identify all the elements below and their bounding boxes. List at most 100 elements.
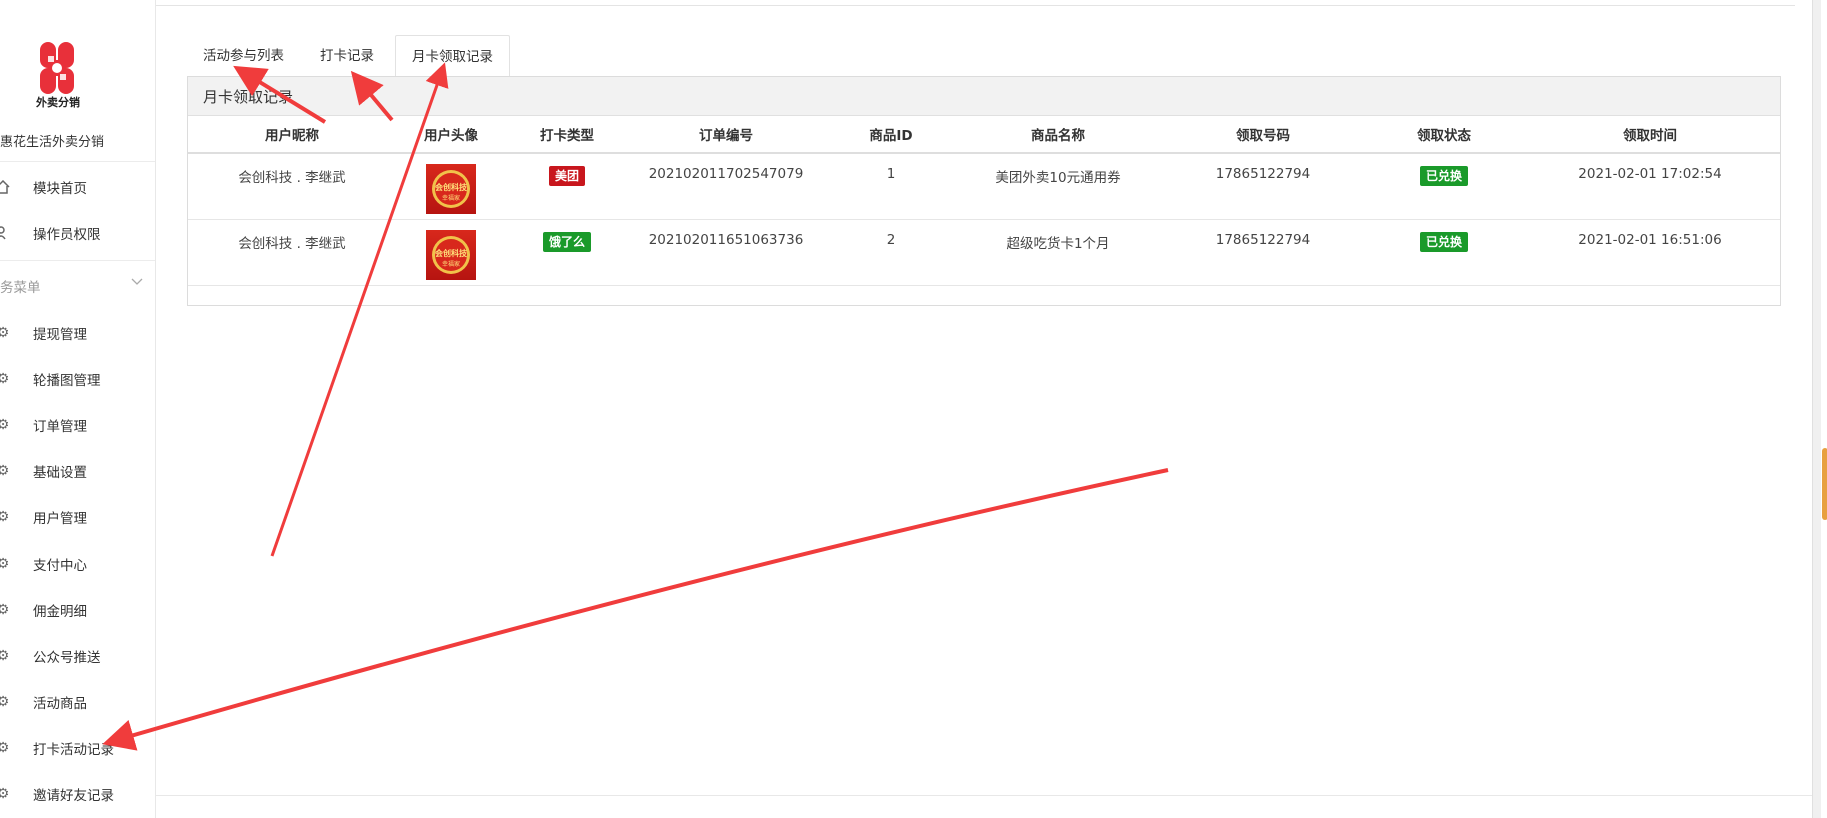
panel-title: 月卡领取记录 [203,88,294,106]
cell-product-id: 2 [824,219,958,286]
gear-icon: ⚙ [0,509,10,525]
column-header: 用户昵称 [188,116,396,154]
type-badge: 饿了么 [542,231,591,252]
table-row: 会创科技 . 李继武 会创科技 幸福家 美团 20210201170254707… [188,153,1780,220]
sidebar-item-label: 邀请好友记录 [33,788,114,804]
gear-icon: ⚙ [0,740,10,756]
avatar-text: 会创科技 [435,248,467,258]
sidebar-item-label: 佣金明细 [33,604,87,620]
user-key-icon [0,226,10,240]
table-header-row: 用户昵称 用户头像 打卡类型 订单编号 商品ID 商品名称 领取号码 领取状态 … [188,116,1780,154]
sidebar-item-label: 提现管理 [33,327,87,343]
sidebar-item-label: 操作员权限 [33,227,101,243]
table-row: 会创科技 . 李继武 会创科技 幸福家 饿了么 2021020116510637… [188,219,1780,286]
sidebar-item-withdrawal[interactable]: ⚙ 提现管理 [0,318,155,348]
sidebar-item-commission[interactable]: ⚙ 佣金明细 [0,595,155,625]
cell-nickname: 会创科技 . 李继武 [188,153,396,220]
side-widget[interactable] [1822,448,1827,520]
gear-icon: ⚙ [0,602,10,618]
cell-phone: 17865122794 [1158,153,1368,220]
type-badge: 美团 [548,166,585,186]
sidebar-item-carousel[interactable]: ⚙ 轮播图管理 [0,364,155,394]
column-header: 商品名称 [958,116,1158,154]
gear-icon: ⚙ [0,371,10,387]
section-label: 务菜单 [0,280,41,296]
cell-product-name: 超级吃货卡1个月 [958,219,1158,286]
sidebar-item-users[interactable]: ⚙ 用户管理 [0,502,155,532]
tab-monthly-card-records[interactable]: 月卡领取记录 [395,35,510,79]
gear-icon: ⚙ [0,417,10,433]
sidebar-item-module-home[interactable]: 模块首页 [0,172,155,202]
sidebar-item-label: 模块首页 [33,181,87,197]
cell-time: 2021-02-01 16:51:06 [1520,219,1780,286]
column-header: 用户头像 [396,116,506,154]
sidebar-item-label: 打卡活动记录 [33,742,114,758]
sidebar: 外卖分销 惠花生活外卖分销 模块首页 操作员权限 务菜单 ⚙ 提现管理 ⚙ 轮播… [0,0,156,818]
gear-icon: ⚙ [0,694,10,710]
avatar-subtext: 幸福家 [441,195,460,202]
sidebar-divider [0,161,155,162]
status-badge: 已兑换 [1419,231,1468,252]
cell-status: 已兑换 [1368,153,1520,220]
sidebar-item-label: 用户管理 [33,511,87,527]
gear-icon: ⚙ [0,556,10,572]
column-header: 打卡类型 [506,116,628,154]
records-table: 用户昵称 用户头像 打卡类型 订单编号 商品ID 商品名称 领取号码 领取状态 … [188,116,1780,286]
section-header[interactable]: 务菜单 [0,272,155,298]
cell-type: 饿了么 [506,219,628,286]
cell-type: 美团 [506,153,628,220]
avatar: 会创科技 幸福家 [426,229,476,280]
panel-header: 月卡领取记录 [188,77,1780,116]
column-header: 领取号码 [1158,116,1368,154]
status-badge: 已兑换 [1419,166,1468,186]
sidebar-divider [0,260,155,261]
avatar-subtext: 幸福家 [441,260,460,268]
column-header: 领取时间 [1520,116,1780,154]
column-header: 商品ID [824,116,958,154]
records-panel: 月卡领取记录 用户昵称 用户头像 打卡类型 订单编号 商品ID 商品名称 领取号… [187,76,1781,306]
sidebar-item-wechat-push[interactable]: ⚙ 公众号推送 [0,641,155,671]
sidebar-item-orders[interactable]: ⚙ 订单管理 [0,410,155,440]
cell-phone: 17865122794 [1158,219,1368,286]
sidebar-item-label: 基础设置 [33,465,87,481]
cell-avatar: 会创科技 幸福家 [396,153,506,220]
avatar: 会创科技 幸福家 [426,164,476,214]
sidebar-item-activity-products[interactable]: ⚙ 活动商品 [0,687,155,717]
gear-icon: ⚙ [0,325,10,341]
tab-activity-participants[interactable]: 活动参与列表 [187,35,300,77]
cell-product-name: 美团外卖10元通用券 [958,153,1158,220]
sidebar-item-label: 支付中心 [33,558,87,574]
column-header: 订单编号 [628,116,824,154]
sidebar-item-label: 公众号推送 [33,650,101,666]
column-header: 领取状态 [1368,116,1520,154]
cell-avatar: 会创科技 幸福家 [396,219,506,286]
scrollbar[interactable] [1812,0,1821,818]
sidebar-item-payment[interactable]: ⚙ 支付中心 [0,549,155,579]
logo-text: 外卖分销 [36,96,80,109]
gear-icon: ⚙ [0,463,10,479]
gear-icon: ⚙ [0,786,10,802]
sidebar-item-operator-permissions[interactable]: 操作员权限 [0,218,155,248]
avatar-text: 会创科技 [435,183,467,192]
chevron-down-icon [131,275,143,291]
annotation-arrow [102,468,1169,751]
cell-nickname: 会创科技 . 李继武 [188,219,396,286]
sidebar-item-label: 订单管理 [33,419,87,435]
cell-product-id: 1 [824,153,958,220]
app-name: 惠花生活外卖分销 [0,135,105,150]
sidebar-item-label: 活动商品 [33,696,87,712]
home-icon [0,180,10,194]
sidebar-item-label: 轮播图管理 [33,373,101,389]
gear-icon: ⚙ [0,648,10,664]
logo-icon [40,42,74,94]
sidebar-item-invite-records[interactable]: ⚙ 邀请好友记录 [0,779,155,809]
bottom-border [155,795,1812,796]
cell-time: 2021-02-01 17:02:54 [1520,153,1780,220]
top-border [155,5,1795,6]
cell-order-no: 202102011651063736 [628,219,824,286]
cell-order-no: 202102011702547079 [628,153,824,220]
cell-status: 已兑换 [1368,219,1520,286]
tab-checkin-records[interactable]: 打卡记录 [304,35,390,77]
sidebar-item-basic-settings[interactable]: ⚙ 基础设置 [0,456,155,486]
sidebar-item-checkin-records[interactable]: ⚙ 打卡活动记录 [0,733,155,763]
